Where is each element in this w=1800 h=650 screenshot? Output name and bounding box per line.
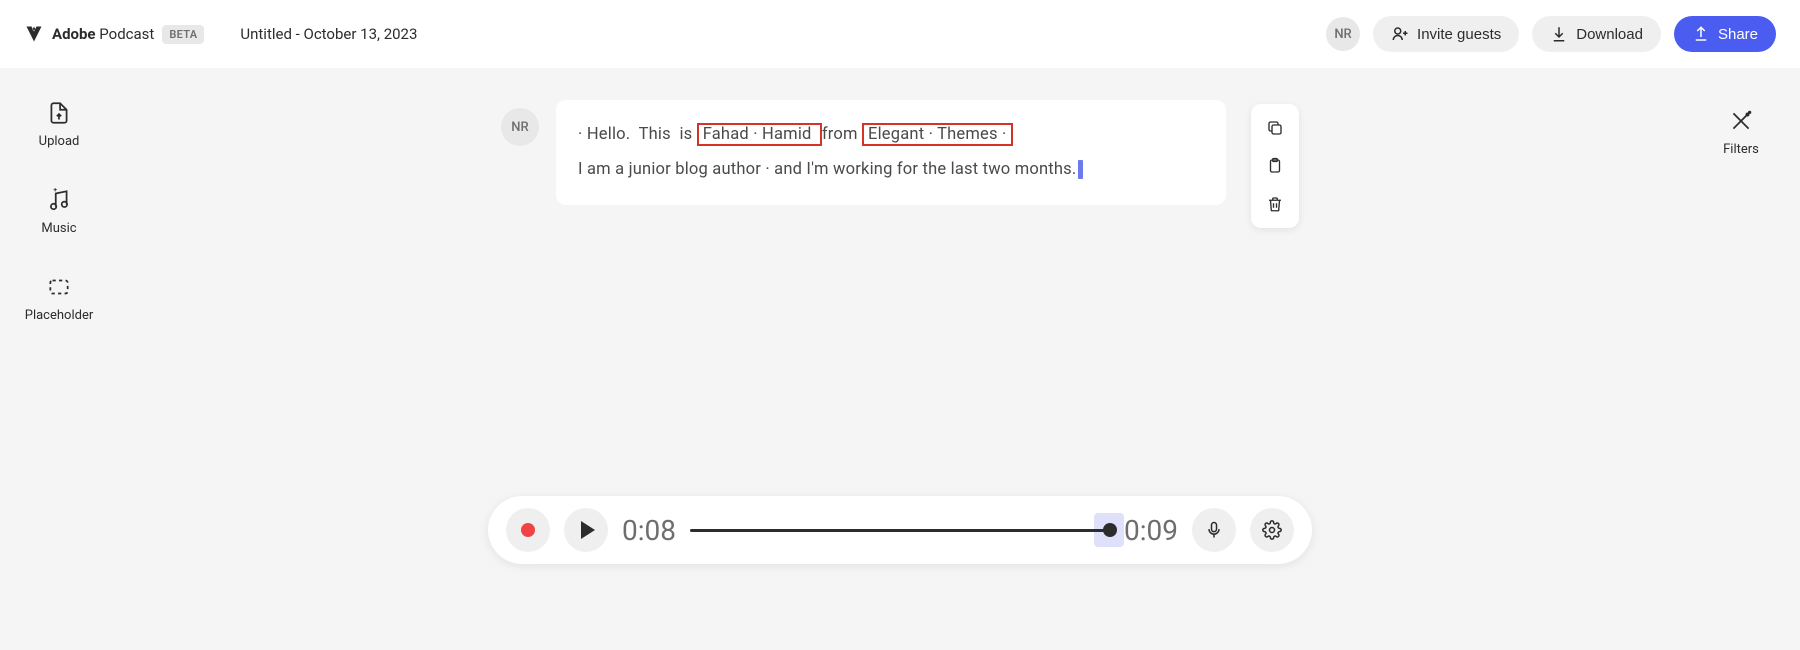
sidebar-item-music[interactable]: Music bbox=[41, 187, 76, 236]
transcript-toolbar bbox=[1251, 104, 1299, 228]
sidebar-item-filters[interactable]: Filters bbox=[1723, 108, 1759, 157]
highlight-box-2: Elegant · Themes · bbox=[862, 123, 1013, 146]
share-button[interactable]: Share bbox=[1674, 16, 1776, 52]
total-time: 0:09 bbox=[1124, 514, 1178, 547]
gear-icon bbox=[1262, 520, 1282, 540]
record-icon bbox=[521, 523, 535, 537]
trash-icon bbox=[1266, 195, 1284, 213]
transcript-box[interactable]: · Hello. This is Fahad · Hamid from Eleg… bbox=[556, 100, 1226, 205]
header-right: NR Invite guests Download Share bbox=[1326, 16, 1776, 52]
sidebar-item-upload[interactable]: Upload bbox=[39, 100, 80, 149]
music-icon bbox=[46, 187, 72, 213]
invite-icon bbox=[1391, 25, 1409, 43]
sidebar-item-label: Placeholder bbox=[25, 308, 94, 323]
mic-button[interactable] bbox=[1192, 508, 1236, 552]
logo-area[interactable]: Adobe Podcast BETA bbox=[24, 24, 204, 44]
transcript-line-1[interactable]: · Hello. This is Fahad · Hamid from Eleg… bbox=[578, 118, 1196, 153]
copy-button[interactable] bbox=[1257, 110, 1293, 146]
filters-icon bbox=[1728, 108, 1754, 134]
settings-button[interactable] bbox=[1250, 508, 1294, 552]
text-cursor bbox=[1078, 160, 1083, 179]
clipboard-button[interactable] bbox=[1257, 148, 1293, 184]
copy-icon bbox=[1266, 119, 1284, 137]
sidebar-item-placeholder[interactable]: Placeholder bbox=[25, 274, 94, 323]
download-icon bbox=[1550, 25, 1568, 43]
header-left: Adobe Podcast BETA Untitled - October 13… bbox=[24, 24, 417, 44]
current-time: 0:08 bbox=[622, 514, 676, 547]
sidebar-right: Filters bbox=[1682, 68, 1800, 157]
app-header: Adobe Podcast BETA Untitled - October 13… bbox=[0, 0, 1800, 68]
mic-icon bbox=[1204, 520, 1224, 540]
share-label: Share bbox=[1718, 26, 1758, 43]
user-avatar[interactable]: NR bbox=[1326, 17, 1360, 51]
adobe-logo-icon bbox=[24, 24, 44, 44]
main-content: NR · Hello. This is Fahad · Hamid from E… bbox=[118, 100, 1682, 228]
sidebar-left: Upload Music Placeholder bbox=[0, 68, 118, 323]
sidebar-item-label: Music bbox=[41, 221, 76, 236]
timeline-track[interactable] bbox=[690, 529, 1110, 532]
brand-text: Adobe Podcast bbox=[52, 25, 154, 43]
invite-guests-button[interactable]: Invite guests bbox=[1373, 16, 1519, 52]
sidebar-item-label: Upload bbox=[39, 134, 80, 149]
upload-icon bbox=[46, 100, 72, 126]
play-icon bbox=[581, 521, 595, 539]
beta-badge: BETA bbox=[162, 25, 204, 44]
play-button[interactable] bbox=[564, 508, 608, 552]
sidebar-item-label: Filters bbox=[1723, 142, 1759, 157]
share-icon bbox=[1692, 25, 1710, 43]
document-title[interactable]: Untitled - October 13, 2023 bbox=[240, 25, 417, 43]
highlight-box-1: Fahad · Hamid bbox=[697, 123, 822, 146]
speaker-avatar[interactable]: NR bbox=[501, 108, 539, 146]
delete-button[interactable] bbox=[1257, 186, 1293, 222]
audio-player: 0:08 0:09 bbox=[488, 496, 1312, 564]
download-label: Download bbox=[1576, 26, 1643, 43]
download-button[interactable]: Download bbox=[1532, 16, 1661, 52]
record-button[interactable] bbox=[506, 508, 550, 552]
placeholder-icon bbox=[46, 274, 72, 300]
transcript-line-2[interactable]: I am a junior blog author · and I'm work… bbox=[578, 153, 1196, 188]
invite-label: Invite guests bbox=[1417, 26, 1501, 43]
timeline-playhead[interactable] bbox=[1103, 523, 1117, 537]
transcript-wrap: NR · Hello. This is Fahad · Hamid from E… bbox=[501, 100, 1299, 228]
clipboard-icon bbox=[1266, 157, 1284, 175]
